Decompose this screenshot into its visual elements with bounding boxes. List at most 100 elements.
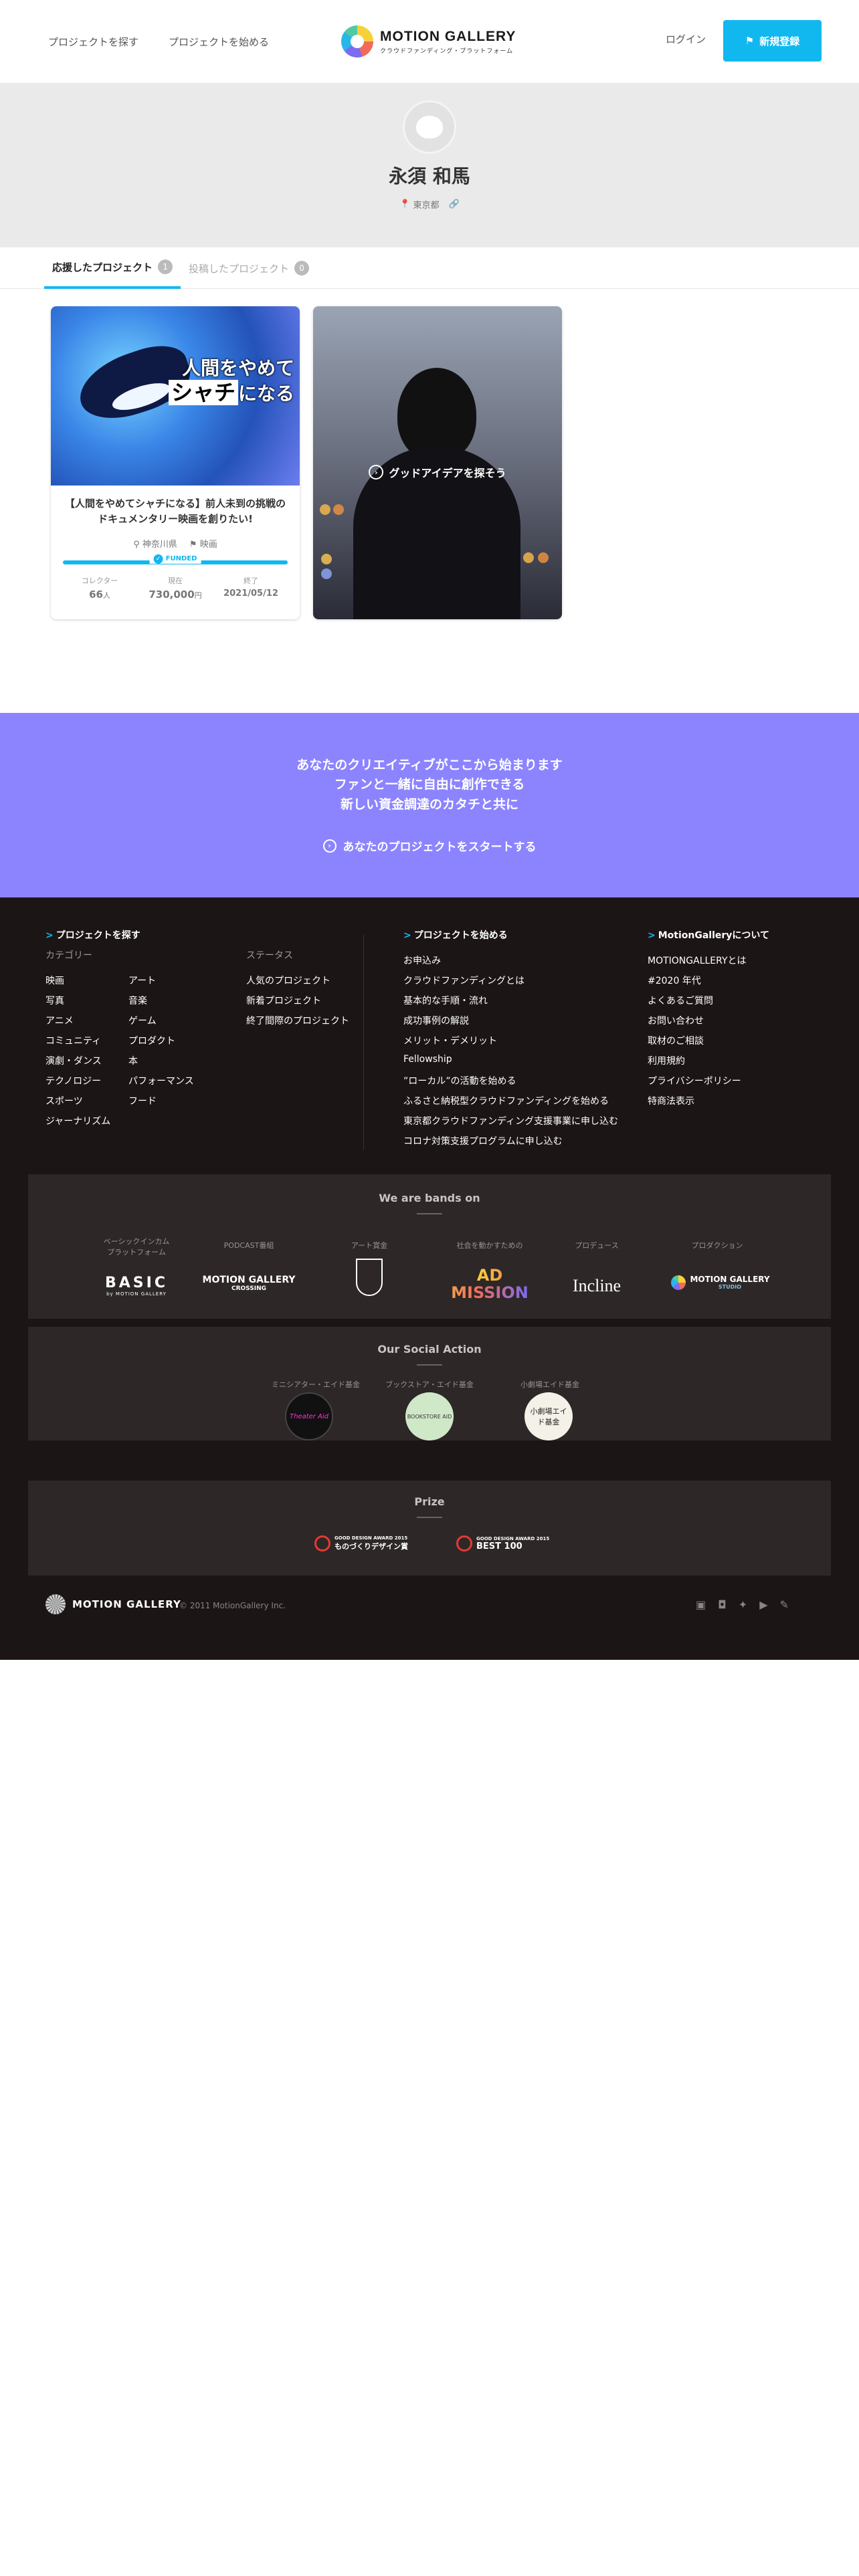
good-design-icon — [314, 1535, 330, 1551]
footer-status-link[interactable]: 人気のプロジェクト — [246, 974, 330, 987]
project-thumbnail[interactable]: 人間をやめて シャチ になる — [51, 306, 300, 486]
site-logo[interactable]: MOTION GALLERY クラウドファンディング・プラットフォーム — [341, 25, 516, 58]
footer-about-link[interactable]: 利用規約 — [648, 1054, 685, 1067]
studio-logo[interactable]: MOTION GALLERY STUDIO — [667, 1275, 774, 1290]
footer-start-link[interactable]: 成功事例の解説 — [403, 1014, 469, 1027]
footer-about-link[interactable]: プライバシーポリシー — [648, 1074, 741, 1087]
footer-start-link[interactable]: コロナ対策支援プログラムに申し込む — [403, 1134, 563, 1148]
footer-about-link[interactable]: 取材のご相談 — [648, 1034, 704, 1047]
category-label: カテゴリー — [45, 950, 92, 961]
footer-category-link[interactable]: テクノロジー — [45, 1074, 101, 1087]
project-title[interactable]: 【人間をやめてシャチになる】前人未到の挑戦のドキュメンタリー映画を創りたい! — [51, 486, 300, 528]
twitter-icon[interactable]: ✦ — [739, 1598, 747, 1611]
social-action-panel: Our Social Action ミニシアター・エイド基金 Theater A… — [28, 1327, 831, 1440]
footer-category-link[interactable]: スポーツ — [45, 1094, 83, 1107]
footer-category-link[interactable]: フード — [128, 1094, 157, 1107]
footer-category-link[interactable]: 本 — [128, 1054, 138, 1067]
footer-category-link[interactable]: アニメ — [45, 1014, 74, 1027]
social-caption: ブックストア・エイド基金 — [385, 1380, 474, 1389]
footer-status-link[interactable]: 新着プロジェクト — [246, 994, 321, 1007]
promo-line-3: 新しい資金調達のカタチと共に — [340, 796, 518, 812]
thumbnail-text-3: になる — [237, 382, 294, 405]
footer-status-link[interactable]: 終了間際のプロジェクト — [246, 1014, 349, 1027]
footer-start-link[interactable]: ふるさと納税型クラウドファンディングを始める — [403, 1094, 609, 1107]
theater-aid-logo[interactable]: Theater Aid — [285, 1392, 333, 1440]
art-award-crest-icon[interactable] — [356, 1259, 383, 1296]
logo-mark-icon — [341, 25, 373, 58]
location-pin-icon: 📍 — [399, 199, 411, 209]
arrow-right-icon: › — [322, 839, 337, 853]
instagram-icon[interactable]: ◘ — [718, 1598, 727, 1611]
footer-start-heading[interactable]: > プロジェクトを始める — [403, 928, 508, 942]
social-caption: ミニシアター・エイド基金 — [272, 1380, 360, 1389]
note-icon[interactable]: ✎ — [780, 1598, 789, 1611]
band-caption: ベーシックインカム プラットフォーム — [103, 1237, 170, 1257]
basic-logo[interactable]: BASIC by MOTION GALLERY — [83, 1275, 190, 1297]
crossing-logo[interactable]: MOTION GALLERY CROSSING — [195, 1275, 302, 1292]
footer-category-link[interactable]: アート — [128, 974, 156, 987]
footer-about-link[interactable]: よくあるご質問 — [648, 994, 713, 1007]
footer-logo[interactable]: MOTION GALLERY — [45, 1594, 181, 1614]
thumbnail-text-1: 人間をやめて — [181, 357, 294, 379]
project-card[interactable]: 人間をやめて シャチ になる 【人間をやめてシャチになる】前人未到の挑戦のドキュメ… — [51, 306, 300, 619]
footer-category-link[interactable]: ジャーナリズム — [45, 1114, 110, 1128]
footer-category-link[interactable]: パフォーマンス — [128, 1074, 194, 1087]
thumbnail-text-2: シャチ — [168, 379, 238, 405]
footer-start-link[interactable]: クラウドファンディングとは — [403, 974, 524, 987]
copyright: © 2011 MotionGallery Inc. — [179, 1601, 286, 1610]
tab-backed-projects[interactable]: 応援したプロジェクト 1 — [44, 247, 181, 289]
footer-find-heading[interactable]: > プロジェクトを探す — [45, 928, 140, 942]
incline-logo[interactable]: Incline — [563, 1276, 630, 1296]
footer-category-link[interactable]: 写真 — [45, 994, 64, 1007]
footer-start-link[interactable]: Fellowship — [403, 1054, 452, 1065]
footer-about-link[interactable]: お問い合わせ — [648, 1014, 704, 1027]
footer-start-link[interactable]: メリット・デメリット — [403, 1034, 497, 1047]
youtube-icon[interactable]: ▶ — [759, 1598, 767, 1611]
location-pin-icon: ⚲ — [133, 539, 142, 550]
funding-progress-bar: ✓ FUNDED — [63, 554, 288, 564]
explore-ideas-link[interactable]: › グッドアイデアを探そう — [313, 464, 562, 480]
footer-category-link[interactable]: 映画 — [45, 974, 64, 987]
footer-about-heading[interactable]: > MotionGalleryについて — [648, 928, 769, 942]
admission-logo[interactable]: AD MISSION — [443, 1267, 537, 1302]
start-project-link[interactable]: › あなたのプロジェクトをスタートする — [0, 837, 859, 854]
footer-category-link[interactable]: 音楽 — [128, 994, 147, 1007]
footer-category-link[interactable]: ゲーム — [128, 1014, 157, 1027]
bookstore-aid-logo[interactable]: BOOKSTORE AID — [405, 1392, 454, 1440]
logo-mark-icon — [45, 1594, 66, 1614]
promo-line-1: あなたのクリエイティブがここから始まります — [296, 758, 563, 772]
footer-start-link[interactable]: お申込み — [403, 954, 441, 967]
link-icon[interactable]: 🔗 — [449, 199, 460, 209]
footer-start-link[interactable]: 東京都クラウドファンディング支援事業に申し込む — [403, 1114, 618, 1128]
project-prefecture[interactable]: ⚲ 神奈川県 — [133, 537, 177, 550]
site-header: プロジェクトを探す プロジェクトを始める MOTION GALLERY クラウド… — [0, 0, 859, 83]
social-caption: 小劇場エイド基金 — [520, 1380, 579, 1389]
footer-about-link[interactable]: #2020 年代 — [648, 974, 701, 987]
footer-about-link[interactable]: MOTIONGALLERYとは — [648, 954, 747, 967]
promo-line-2: ファンと一緒に自由に創作できる — [334, 777, 525, 792]
facebook-icon[interactable]: ▣ — [696, 1598, 706, 1611]
band-caption: プロダクション — [691, 1241, 743, 1250]
nav-start-project[interactable]: プロジェクトを始める — [169, 35, 269, 49]
project-category[interactable]: ⚑ 映画 — [189, 537, 217, 550]
login-link[interactable]: ログイン — [666, 32, 706, 46]
footer-start-link[interactable]: 基本的な手順・流れ — [403, 994, 488, 1007]
flag-icon: ⚑ — [189, 539, 200, 550]
footer-start-link[interactable]: ”ローカル”の活動を始める — [403, 1074, 516, 1087]
signup-button[interactable]: ⚑ 新規登録 — [723, 20, 822, 62]
footer-about-link[interactable]: 特商法表示 — [648, 1094, 694, 1107]
profile-tabs: 応援したプロジェクト 1 投稿したプロジェクト 0 — [0, 247, 859, 289]
footer-category-link[interactable]: 演劇・ダンス — [45, 1054, 102, 1067]
nav-find-projects[interactable]: プロジェクトを探す — [48, 35, 138, 49]
check-icon: ✓ — [153, 554, 163, 564]
footer-category-link[interactable]: プロダクト — [128, 1034, 175, 1047]
tab-count: 0 — [294, 261, 310, 276]
small-theater-aid-logo[interactable]: 小劇場エイド基金 — [524, 1392, 573, 1440]
tab-label: 応援したプロジェクト — [52, 261, 153, 274]
status-label: ステータス — [246, 950, 293, 961]
explore-ideas-card[interactable]: › グッドアイデアを探そう — [313, 306, 562, 619]
footer-category-link[interactable]: コミュニティ — [45, 1034, 101, 1047]
tab-posted-projects[interactable]: 投稿したプロジェクト 0 — [189, 247, 310, 289]
start-project-promo: あなたのクリエイティブがここから始まります ファンと一緒に自由に創作できる 新し… — [0, 713, 859, 897]
band-caption: アート賞金 — [351, 1241, 388, 1250]
